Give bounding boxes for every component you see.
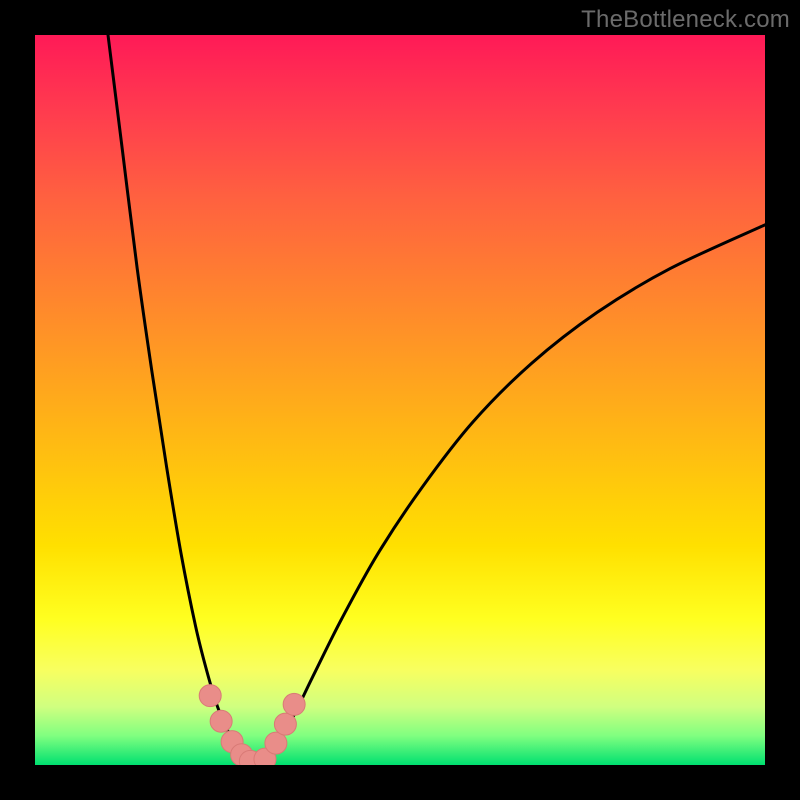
watermark-text: TheBottleneck.com bbox=[581, 6, 790, 34]
marker-dot bbox=[199, 685, 221, 707]
outer-frame: TheBottleneck.com bbox=[0, 0, 800, 800]
marker-dot bbox=[210, 710, 232, 732]
marker-dot bbox=[274, 713, 296, 735]
marker-group bbox=[199, 685, 305, 765]
curve-left-branch bbox=[108, 35, 254, 765]
marker-dot bbox=[283, 693, 305, 715]
plot-area bbox=[35, 35, 765, 765]
curve-layer bbox=[35, 35, 765, 765]
bottleneck-curve bbox=[108, 35, 765, 765]
curve-right-branch bbox=[254, 225, 765, 765]
